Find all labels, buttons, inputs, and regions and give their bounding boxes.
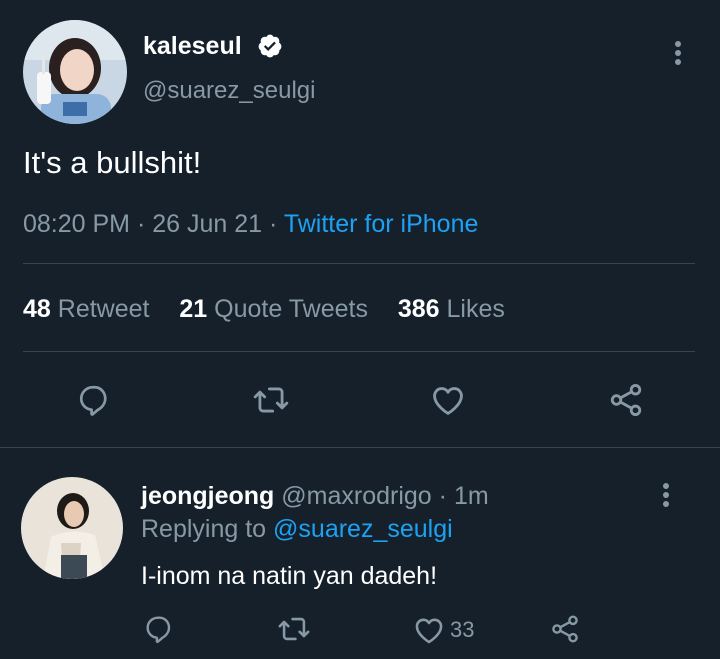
reply-handle[interactable]: @maxrodrigo — [281, 482, 431, 510]
replying-prefix: Replying to — [141, 515, 267, 543]
replying-to: Replying to @suarez_seulgi — [141, 513, 453, 545]
share-button[interactable] — [604, 378, 648, 422]
likes-count: 386 — [397, 295, 440, 323]
heart-icon — [415, 618, 443, 644]
author-avatar[interactable] — [23, 20, 127, 124]
retweets-stat[interactable]: 48 Retweet — [23, 295, 156, 323]
reply-text: I-inom na natin yan dadeh! — [141, 562, 438, 590]
tweet-source[interactable]: Twitter for iPhone — [284, 210, 479, 238]
likes-stat[interactable]: 386 Likes — [398, 295, 505, 323]
retweets-label: Retweet — [57, 295, 150, 323]
divider — [23, 263, 695, 264]
reply-like-button[interactable]: 33 — [412, 612, 474, 648]
quotes-count: 21 — [179, 295, 208, 323]
author-handle[interactable]: @suarez_seulgi — [143, 76, 315, 106]
tweet-stats: 48 Retweet 21 Quote Tweets 386 Likes — [23, 293, 505, 325]
tweet-date[interactable]: 26 Jun 21 — [152, 210, 262, 238]
reply-more-options-icon[interactable] — [654, 480, 678, 510]
tweet-meta: 08:20 PM · 26 Jun 21 · Twitter for iPhon… — [23, 208, 478, 240]
like-button[interactable] — [426, 378, 470, 422]
retweet-button[interactable] — [248, 378, 294, 422]
author-display-name[interactable]: kaleseul — [143, 30, 242, 62]
reply-icon — [79, 385, 107, 416]
more-options-icon[interactable] — [666, 38, 690, 68]
likes-label: Likes — [446, 295, 505, 323]
reply-retweet-button[interactable] — [274, 610, 314, 648]
tweet-time: 08:20 PM — [23, 210, 131, 238]
divider — [0, 447, 720, 448]
reply-icon — [146, 616, 171, 644]
share-icon — [610, 384, 642, 416]
meta-separator: · — [438, 482, 447, 510]
meta-separator: · — [136, 210, 153, 238]
reply-like-count: 33 — [450, 617, 475, 642]
verified-badge-icon — [257, 33, 283, 64]
heart-icon — [433, 387, 463, 415]
reply-author-avatar[interactable] — [21, 477, 123, 579]
divider — [23, 351, 695, 352]
reply-share-button[interactable] — [546, 610, 584, 648]
tweet-text: It's a bullshit! — [23, 145, 202, 180]
share-icon — [552, 615, 578, 643]
reply-button[interactable] — [72, 378, 116, 422]
retweet-icon — [278, 617, 310, 641]
reply-header: jeongjeong @maxrodrigo · 1m — [141, 480, 489, 512]
meta-separator: · — [269, 210, 284, 238]
reply-reply-button[interactable] — [140, 610, 178, 648]
quotes-stat[interactable]: 21 Quote Tweets — [179, 295, 375, 323]
reply-display-name[interactable]: jeongjeong — [141, 482, 274, 510]
reply-age[interactable]: 1m — [454, 482, 489, 510]
retweet-icon — [253, 387, 289, 413]
retweets-count: 48 — [23, 295, 51, 323]
replying-handle-link[interactable]: @suarez_seulgi — [273, 515, 453, 543]
quotes-label: Quote Tweets — [214, 295, 368, 323]
